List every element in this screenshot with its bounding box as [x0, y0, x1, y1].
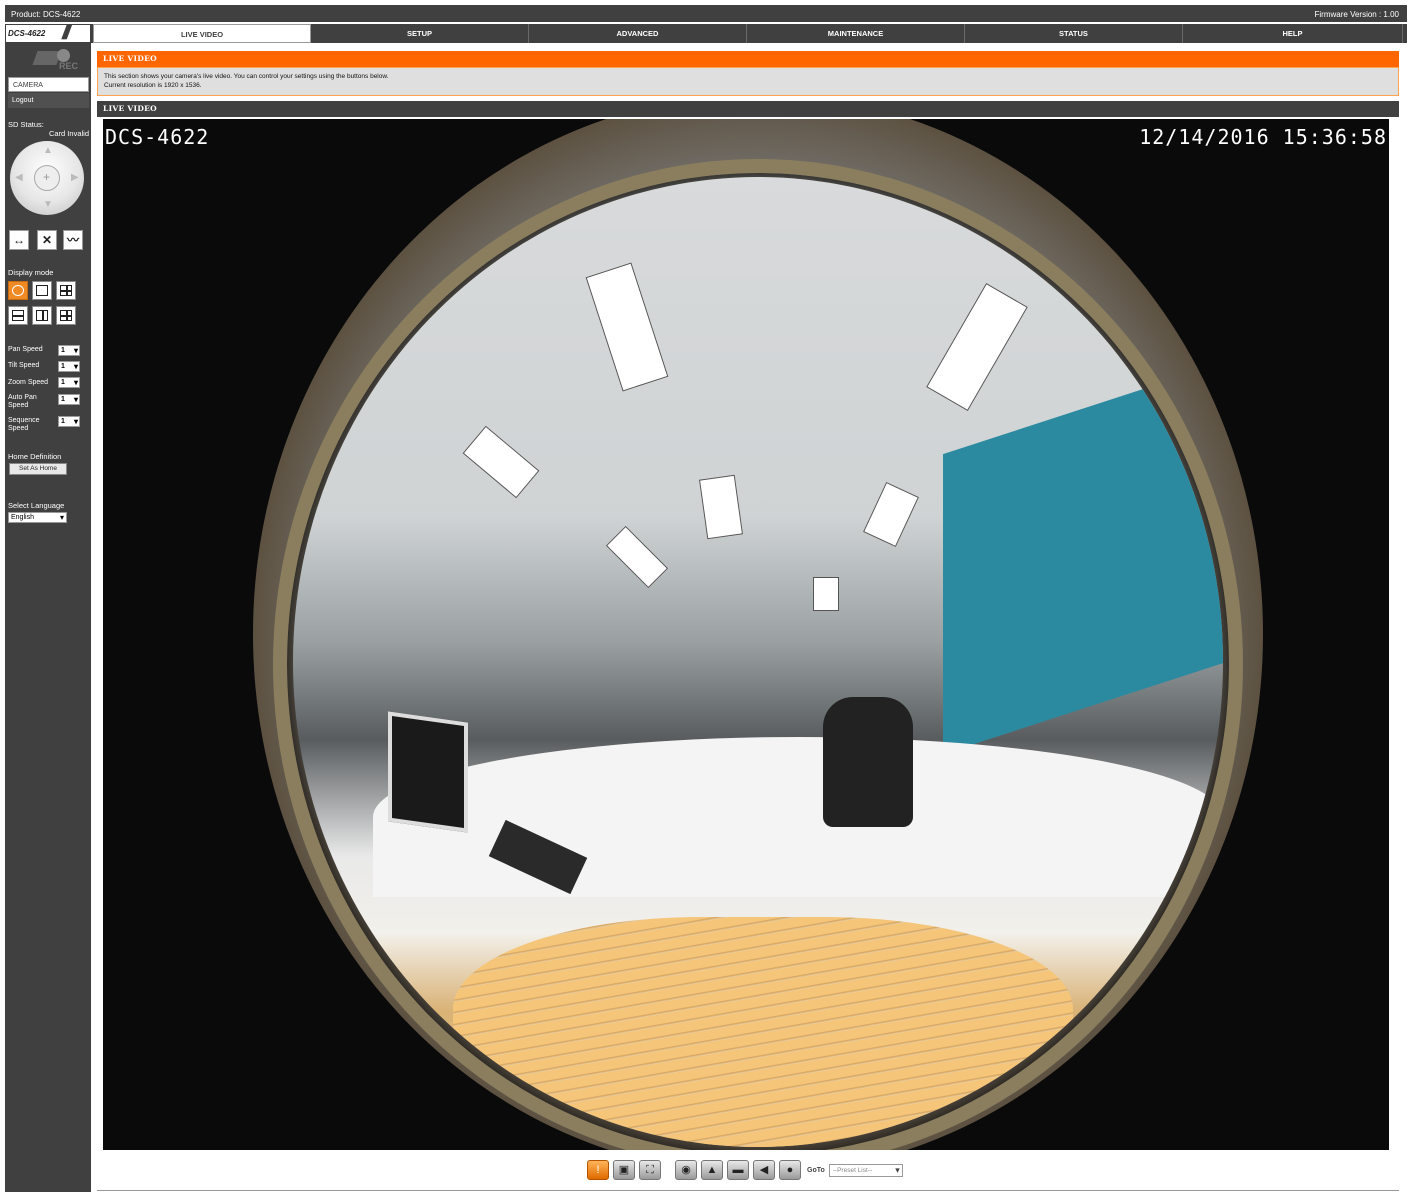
language-label: Select Language: [8, 501, 65, 510]
camera-icon: ◉: [681, 1164, 691, 1176]
pan-right-arrow-icon[interactable]: ▶: [71, 172, 79, 183]
sd-status-label: SD Status:: [8, 120, 44, 129]
sd-status-value: Card Invalid: [48, 129, 89, 138]
speaker-button[interactable]: ◀: [753, 1160, 775, 1180]
auto-pan-speed-label: Auto Pan Speed: [8, 394, 37, 409]
product-bar: Product: DCS-4622 Firmware Version : 1.0…: [5, 5, 1407, 22]
camera-rec-icon: REC: [31, 47, 78, 77]
tab-advanced[interactable]: ADVANCED: [529, 24, 747, 43]
model-name: DCS-4622: [8, 29, 46, 38]
snapshot-button[interactable]: ◉: [675, 1160, 697, 1180]
section-title: LIVE VIDEO: [97, 51, 1399, 67]
pan-speed-label: Pan Speed: [8, 346, 43, 353]
bottom-divider: [97, 1190, 1399, 1191]
home-definition-label: Home Definition: [8, 452, 62, 461]
fullscreen-icon: ⛶: [646, 1164, 654, 1176]
display-mode-label: Display mode: [8, 268, 54, 277]
fisheye-view-button[interactable]: !: [587, 1160, 609, 1180]
video-toolbar: ! ▣ ⛶ ◉ ▲ ▬ ◀ ● GoTo --Preset List--: [587, 1159, 903, 1181]
sidebar: REC CAMERA Logout SD Status: Card Invali…: [5, 43, 91, 1192]
speaker-icon: ◀: [759, 1164, 769, 1176]
sequence-speed-label: Sequence Speed: [8, 417, 40, 432]
stop-button[interactable]: ✕: [37, 230, 57, 250]
main-content: LIVE VIDEO This section shows your camer…: [97, 49, 1399, 1192]
section-description: This section shows your camera's live vi…: [97, 67, 1399, 96]
tab-status[interactable]: STATUS: [965, 24, 1183, 43]
zoom-speed-label: Zoom Speed: [8, 379, 49, 386]
osd-camera-name: DCS-4622: [105, 125, 210, 149]
osd-timestamp: 12/14/2016 15:36:58: [1139, 125, 1387, 149]
logo-slash-icon: ///: [62, 22, 70, 44]
goto-label: GoTo: [807, 1166, 825, 1174]
patrol-path-button[interactable]: 〰: [63, 230, 83, 250]
pan-speed-select[interactable]: 1: [58, 345, 80, 356]
tab-maintenance[interactable]: MAINTENANCE: [747, 24, 965, 43]
model-logo: DCS-4622 ///: [5, 22, 91, 44]
zoom-view-button[interactable]: ▣: [613, 1160, 635, 1180]
pan-up-arrow-icon[interactable]: ▲: [43, 145, 53, 156]
description-line: This section shows your camera's live vi…: [104, 73, 389, 80]
nav-tabs: LIVE VIDEO SETUP ADVANCED MAINTENANCE ST…: [93, 24, 1403, 43]
display-mode-panorama-button[interactable]: [8, 306, 28, 325]
ptz-home-icon[interactable]: [34, 165, 60, 191]
microphone-icon: ●: [786, 1164, 794, 1176]
display-mode-quad-button[interactable]: [56, 281, 76, 300]
product-label: Product: DCS-4622: [11, 10, 81, 19]
language-select[interactable]: English: [8, 512, 67, 523]
tab-setup[interactable]: SETUP: [311, 24, 529, 43]
sequence-speed-select[interactable]: 1: [58, 416, 80, 427]
pan-down-arrow-icon[interactable]: ▼: [43, 199, 53, 210]
preset-list-select[interactable]: --Preset List--: [828, 1163, 903, 1177]
monitor-icon: ▣: [618, 1164, 630, 1176]
folder-icon: ▬: [732, 1164, 744, 1176]
sidebar-item-camera[interactable]: CAMERA: [8, 77, 89, 92]
tilt-speed-select[interactable]: 1: [58, 361, 80, 372]
record-button[interactable]: ▲: [701, 1160, 723, 1180]
main-nav: DCS-4622 /// LIVE VIDEO SETUP ADVANCED M…: [5, 22, 1407, 44]
storage-folder-button[interactable]: ▬: [727, 1160, 749, 1180]
display-mode-grid-button[interactable]: [56, 306, 76, 325]
display-mode-fisheye-button[interactable]: [8, 281, 28, 300]
resolution-line: Current resolution is 1920 x 1536.: [104, 82, 202, 89]
sidebar-item-logout[interactable]: Logout: [8, 93, 89, 108]
tab-live-video[interactable]: LIVE VIDEO: [93, 24, 311, 43]
auto-pan-horizontal-button[interactable]: ↔: [9, 230, 29, 250]
display-mode-split-button[interactable]: [32, 306, 52, 325]
firmware-version: Firmware Version : 1.00: [1314, 10, 1399, 19]
record-icon: ▲: [706, 1164, 718, 1176]
set-as-home-button[interactable]: Set As Home: [9, 463, 67, 475]
microphone-button[interactable]: ●: [779, 1160, 801, 1180]
fullscreen-button[interactable]: ⛶: [639, 1160, 661, 1180]
tab-help[interactable]: HELP: [1183, 24, 1403, 43]
display-mode-single-button[interactable]: [32, 281, 52, 300]
pan-left-arrow-icon[interactable]: ◀: [15, 172, 23, 183]
auto-pan-speed-select[interactable]: 1: [58, 394, 80, 405]
info-icon: !: [596, 1164, 600, 1176]
live-video-view[interactable]: DCS-4622 12/14/2016 15:36:58: [103, 119, 1389, 1150]
ptz-control-pad[interactable]: ▲ ▼ ◀ ▶: [10, 141, 84, 215]
tilt-speed-label: Tilt Speed: [8, 362, 40, 369]
video-section-title: LIVE VIDEO: [97, 101, 1399, 117]
office-scene-image: [293, 177, 1223, 1147]
zoom-speed-select[interactable]: 1: [58, 377, 80, 388]
